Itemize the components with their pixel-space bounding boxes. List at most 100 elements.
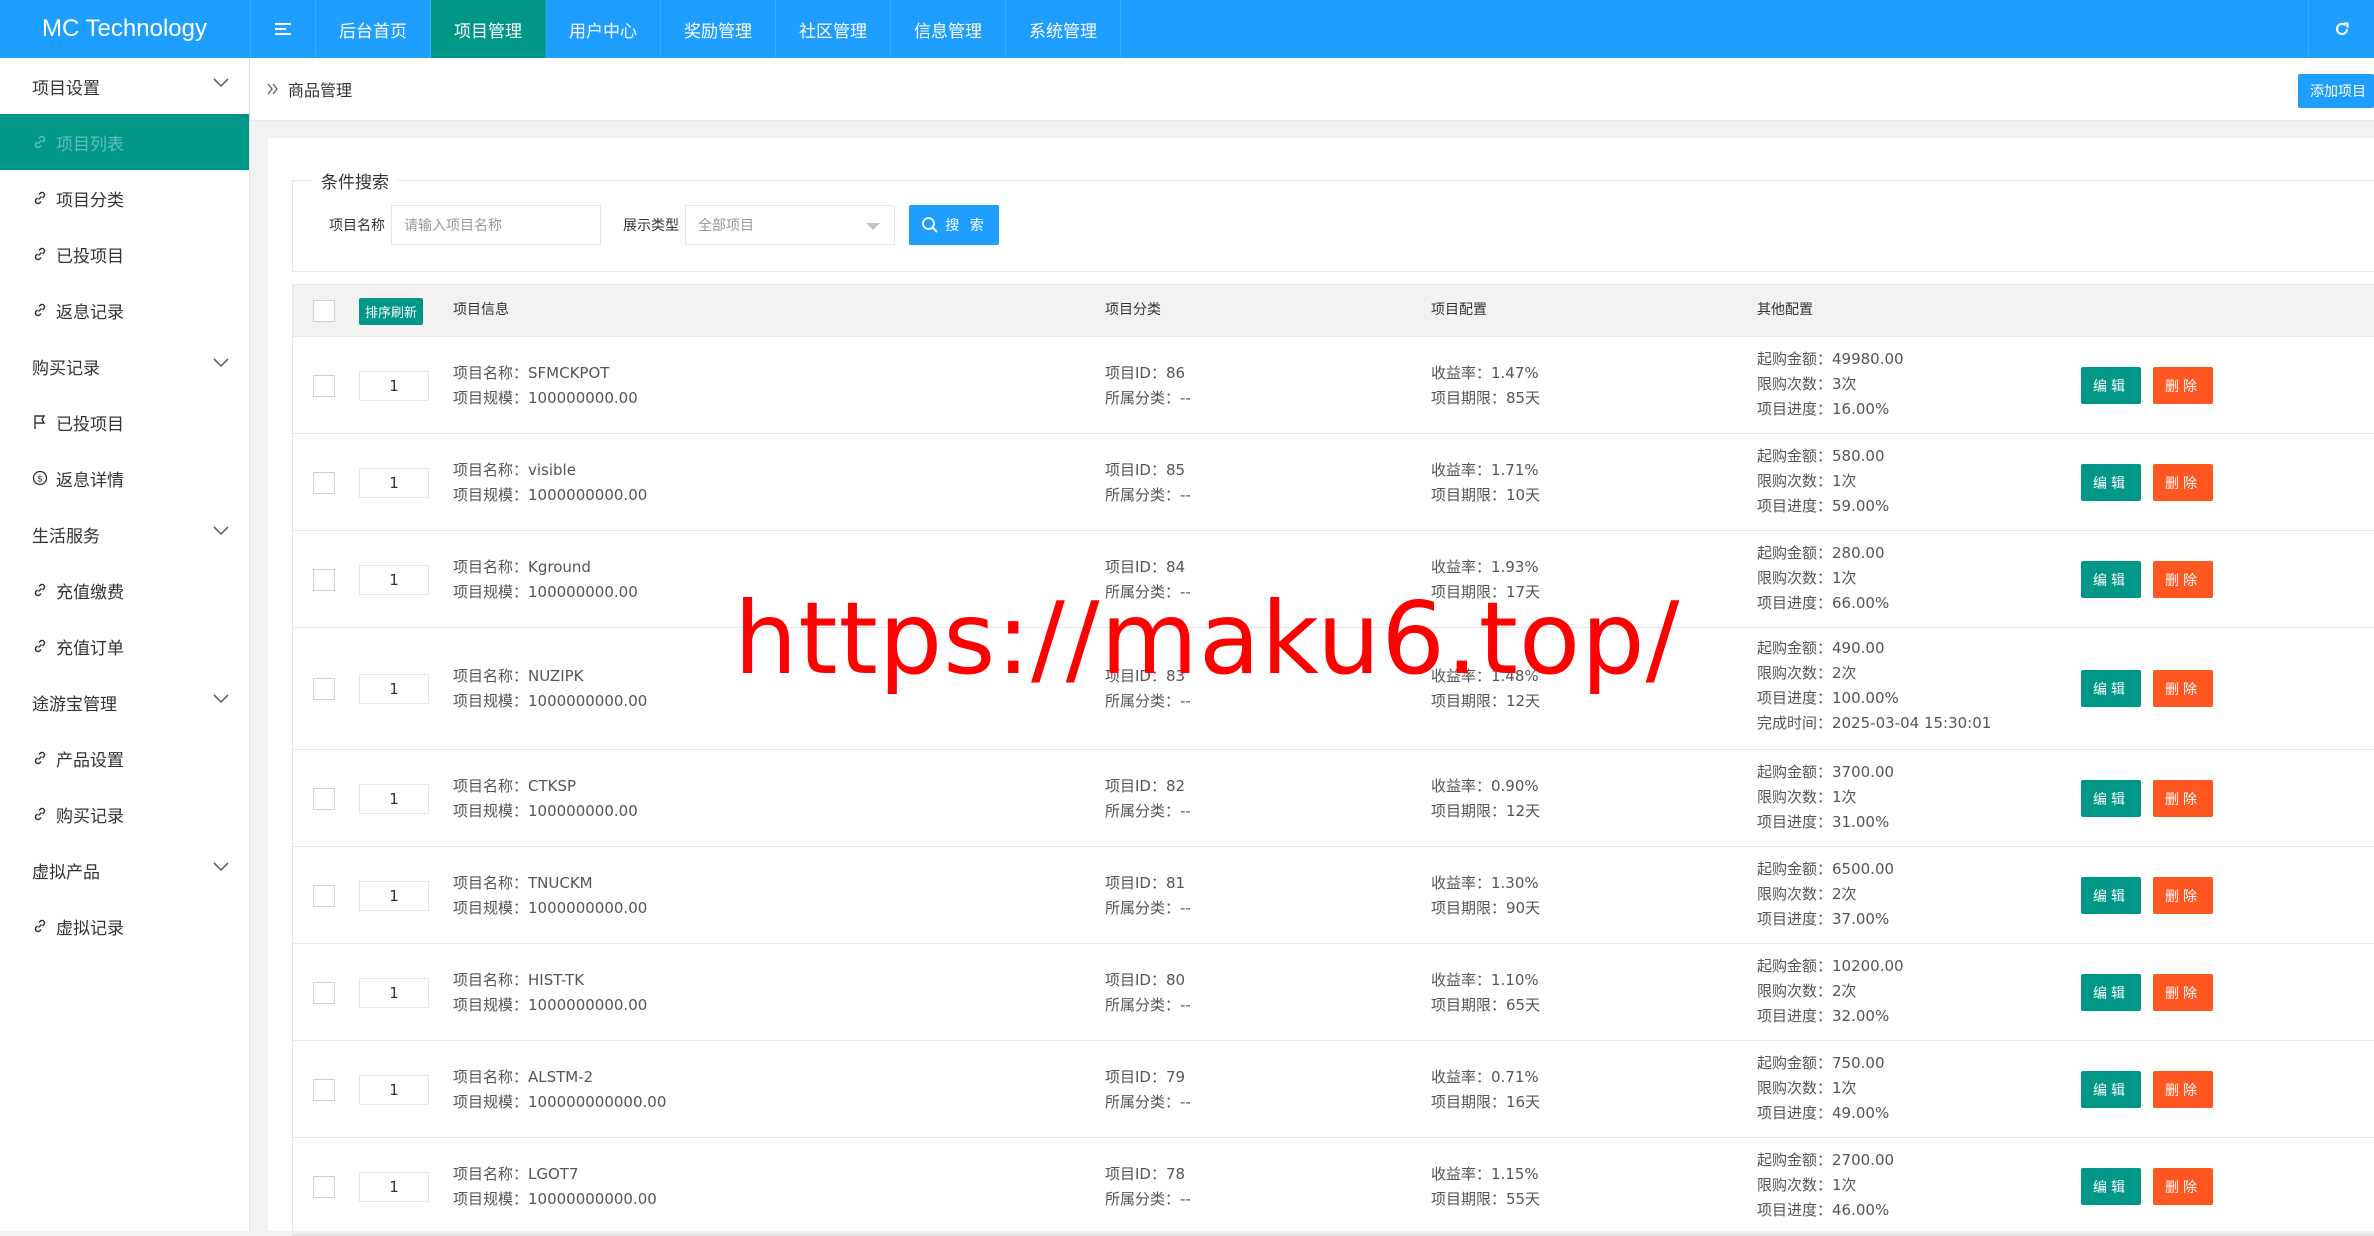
project-category-value: 所属分类：-- xyxy=(1105,898,1191,917)
link-icon xyxy=(32,134,48,150)
project-rate: 收益率：0.71% xyxy=(1431,1067,1539,1086)
sort-order-input[interactable]: 1 xyxy=(359,1075,429,1105)
sidebar-group-label: 购买记录 xyxy=(32,358,100,379)
edit-button[interactable]: 编辑 xyxy=(2081,1168,2141,1205)
row-checkbox[interactable] xyxy=(313,472,335,494)
topnav-system[interactable]: 系统管理 xyxy=(1006,0,1121,58)
sidebar-item-virtual-records[interactable]: 虚拟记录 xyxy=(0,898,249,954)
project-min-amount: 起购金额：280.00 xyxy=(1757,544,1885,562)
edit-button[interactable]: 编辑 xyxy=(2081,367,2141,404)
project-config: 收益率：1.15% 项目期限：55天 xyxy=(1431,1162,1540,1212)
row-checkbox[interactable] xyxy=(313,678,335,700)
project-term: 项目期限：12天 xyxy=(1431,801,1541,820)
sidebar-item-invested-projects[interactable]: 已投项目 xyxy=(0,226,249,282)
project-id: 项目ID：82 xyxy=(1105,776,1186,795)
row-checkbox[interactable] xyxy=(313,375,335,397)
delete-button[interactable]: 删除 xyxy=(2153,561,2213,598)
delete-button[interactable]: 删除 xyxy=(2153,464,2213,501)
display-type-select[interactable]: 全部项目 xyxy=(685,205,895,245)
row-checkbox[interactable] xyxy=(313,1176,335,1198)
sidebar-item-product-settings[interactable]: 产品设置 xyxy=(0,730,249,786)
topnav-rewards[interactable]: 奖励管理 xyxy=(661,0,776,58)
project-id: 项目ID：86 xyxy=(1105,363,1186,382)
delete-button[interactable]: 删除 xyxy=(2153,1168,2213,1205)
project-category: 项目ID：80 所属分类：-- xyxy=(1105,968,1191,1018)
edit-button[interactable]: 编辑 xyxy=(2081,670,2141,707)
search-button[interactable]: 搜 索 xyxy=(909,205,999,245)
select-all-checkbox[interactable] xyxy=(313,300,335,322)
sidebar-item-interest-records[interactable]: 返息记录 xyxy=(0,282,249,338)
link-icon xyxy=(32,806,48,822)
sort-order-input[interactable]: 1 xyxy=(359,565,429,595)
header-category: 项目分类 xyxy=(1105,302,1161,318)
sidebar-item-purchase-records[interactable]: 购买记录 xyxy=(0,786,249,842)
project-name: 项目名称：ALSTM-2 xyxy=(453,1067,594,1086)
delete-button[interactable]: 删除 xyxy=(2153,367,2213,404)
sort-order-input[interactable]: 1 xyxy=(359,371,429,401)
refresh-button[interactable] xyxy=(2308,0,2374,58)
sidebar-item-recharge-orders[interactable]: 充值订单 xyxy=(0,618,249,674)
table-row: 1 项目名称：SFMCKPOT 项目规模：100000000.00 项目ID：86 所属… xyxy=(293,337,2374,434)
topnav-dashboard[interactable]: 后台首页 xyxy=(316,0,431,58)
project-name-input[interactable]: 请输入项目名称 xyxy=(391,205,601,245)
edit-button[interactable]: 编辑 xyxy=(2081,780,2141,817)
project-info: 项目名称：TNUCKM 项目规模：1000000000.00 xyxy=(453,871,647,921)
sort-refresh-button[interactable]: 排序刷新 xyxy=(359,298,424,325)
project-scale: 项目规模：1000000000.00 xyxy=(453,898,648,917)
edit-button[interactable]: 编辑 xyxy=(2081,561,2141,598)
project-name-placeholder: 请输入项目名称 xyxy=(404,218,502,234)
project-scale: 项目规模：10000000000.00 xyxy=(453,1189,657,1208)
sidebar-item-project-list[interactable]: 项目列表 xyxy=(0,114,249,170)
project-id: 项目ID：81 xyxy=(1105,873,1186,892)
row-checkbox[interactable] xyxy=(313,885,335,907)
edit-button[interactable]: 编辑 xyxy=(2081,464,2141,501)
delete-button[interactable]: 删除 xyxy=(2153,974,2213,1011)
delete-button[interactable]: 删除 xyxy=(2153,1071,2213,1108)
add-project-button[interactable]: 添加项目 xyxy=(2298,74,2374,108)
edit-button[interactable]: 编辑 xyxy=(2081,877,2141,914)
sort-order-input[interactable]: 1 xyxy=(359,784,429,814)
sidebar-group-life-services[interactable]: 生活服务 xyxy=(0,506,249,562)
sort-order-input[interactable]: 1 xyxy=(359,468,429,498)
sidebar-item-interest-details[interactable]: $ 返息详情 xyxy=(0,450,249,506)
sidebar-item-project-category[interactable]: 项目分类 xyxy=(0,170,249,226)
search-button-label: 搜 索 xyxy=(945,218,987,234)
row-checkbox[interactable] xyxy=(313,982,335,1004)
sidebar-group-purchase-records[interactable]: 购买记录 xyxy=(0,338,249,394)
project-category-value: 所属分类：-- xyxy=(1105,995,1191,1014)
topnav-info[interactable]: 信息管理 xyxy=(891,0,1006,58)
sidebar: 项目设置 项目列表 项目分类 已投项目 返息记录 购买记录 已投项目 $ 返息详… xyxy=(0,58,250,1231)
delete-button[interactable]: 删除 xyxy=(2153,670,2213,707)
delete-button[interactable]: 删除 xyxy=(2153,780,2213,817)
chevron-down-icon xyxy=(213,862,229,872)
row-checkbox[interactable] xyxy=(313,569,335,591)
sidebar-item-recharge-payment[interactable]: 充值缴费 xyxy=(0,562,249,618)
sort-order-input[interactable]: 1 xyxy=(359,978,429,1008)
sidebar-group-project-settings[interactable]: 项目设置 xyxy=(0,58,249,114)
edit-button[interactable]: 编辑 xyxy=(2081,1071,2141,1108)
sidebar-item-invested-projects-2[interactable]: 已投项目 xyxy=(0,394,249,450)
row-checkbox[interactable] xyxy=(313,788,335,810)
project-info: 项目名称：ALSTM-2 项目规模：100000000000.00 xyxy=(453,1065,666,1115)
project-min-amount: 起购金额：750.00 xyxy=(1757,1054,1885,1072)
project-info: 项目名称：NUZIPK 项目规模：1000000000.00 xyxy=(453,664,647,714)
menu-toggle-button[interactable] xyxy=(250,0,316,58)
sidebar-group-virtual-products[interactable]: 虚拟产品 xyxy=(0,842,249,898)
row-checkbox[interactable] xyxy=(313,1079,335,1101)
sort-order-input[interactable]: 1 xyxy=(359,674,429,704)
sort-order-input[interactable]: 1 xyxy=(359,1172,429,1202)
delete-button[interactable]: 删除 xyxy=(2153,877,2213,914)
topnav-users[interactable]: 用户中心 xyxy=(546,0,661,58)
sidebar-group-label: 项目设置 xyxy=(32,78,100,99)
top-navbar: MC Technology 后台首页 项目管理 用户中心 奖励管理 社区管理 信… xyxy=(0,0,2374,58)
topnav-projects[interactable]: 项目管理 xyxy=(431,0,546,58)
edit-button[interactable]: 编辑 xyxy=(2081,974,2141,1011)
sort-order-input[interactable]: 1 xyxy=(359,881,429,911)
menu-icon xyxy=(275,23,291,35)
project-scale: 项目规模：100000000.00 xyxy=(453,801,638,820)
topnav-community[interactable]: 社区管理 xyxy=(776,0,891,58)
sidebar-group-tuyoubao[interactable]: 途游宝管理 xyxy=(0,674,249,730)
project-category-value: 所属分类：-- xyxy=(1105,1189,1191,1208)
project-scale: 项目规模：100000000000.00 xyxy=(453,1092,667,1111)
project-min-amount: 起购金额：3700.00 xyxy=(1757,763,1895,781)
